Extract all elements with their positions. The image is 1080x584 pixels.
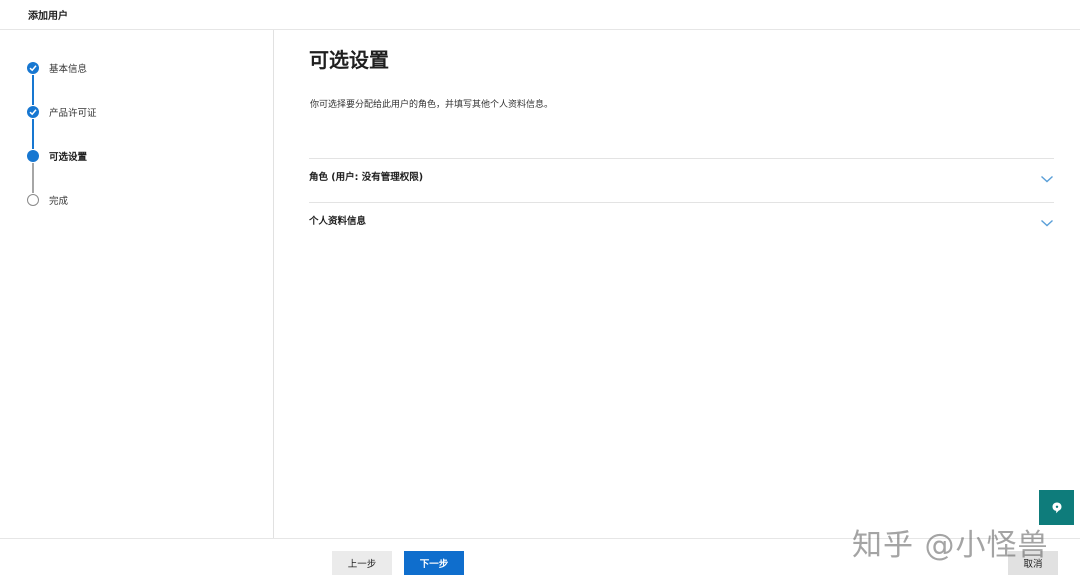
watermark: 知乎 @小怪兽 [852,528,1049,563]
step-label: 基本信息 [49,64,88,75]
pending-step-icon [27,194,39,206]
step-optional-settings[interactable]: 可选设置 [27,149,87,163]
back-button[interactable]: 上一步 [332,551,392,575]
help-chat-icon [1052,502,1061,513]
window-title: 添加用户 [28,11,68,22]
step-connector [32,119,34,149]
step-finish[interactable]: 完成 [27,193,68,207]
step-label: 完成 [49,196,69,207]
current-step-icon [27,150,39,162]
chevron-down-icon[interactable] [1040,213,1054,227]
step-label: 可选设置 [49,152,88,163]
check-icon [27,106,39,118]
section-label: 角色 (用户: 没有管理权限) [309,172,424,183]
page-title: 可选设置 [309,48,389,72]
step-label: 产品许可证 [49,108,97,119]
page-description: 你可选择要分配给此用户的角色，并填写其他个人资料信息。 [310,100,554,110]
step-connector [32,163,34,193]
top-bar: 添加用户 [0,0,1080,30]
section-label: 个人资料信息 [309,216,367,227]
profile-info-section[interactable]: 个人资料信息 [309,202,1054,246]
main-panel: 可选设置 你可选择要分配给此用户的角色，并填写其他个人资料信息。 角色 (用户:… [275,30,1080,538]
step-product-license[interactable]: 产品许可证 [27,105,97,119]
step-basic-info[interactable]: 基本信息 [27,61,87,75]
next-button[interactable]: 下一步 [404,551,464,575]
check-icon [27,62,39,74]
step-connector [32,75,34,105]
chevron-down-icon[interactable] [1040,169,1054,183]
step-sidebar: 基本信息 产品许可证 可选设置 完成 [0,30,274,538]
roles-section[interactable]: 角色 (用户: 没有管理权限) [309,158,1054,202]
